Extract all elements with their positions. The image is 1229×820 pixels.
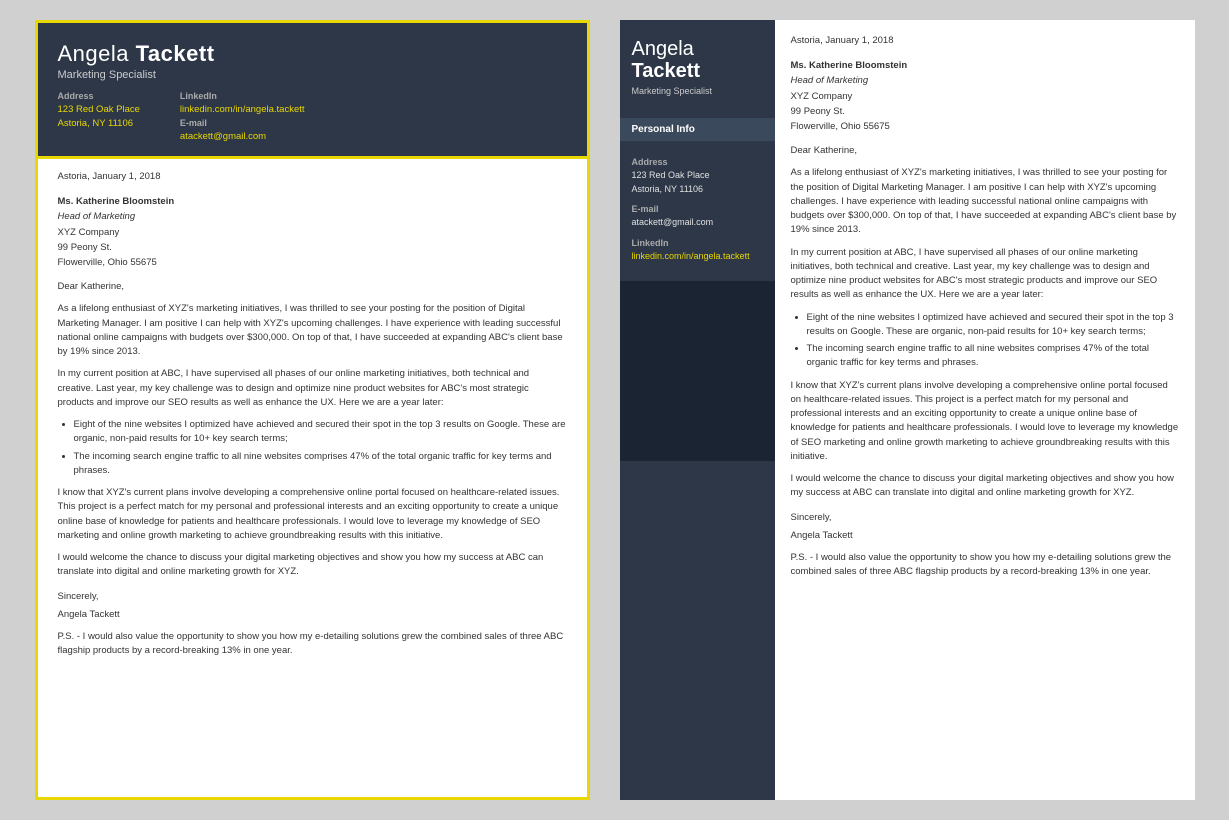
right-sign-off: Sincerely, — [791, 511, 1179, 525]
right-name-block: Angela Tackett Marketing Specialist — [620, 20, 775, 108]
left-sign-off: Sincerely, — [58, 590, 567, 604]
right-sidebar: Angela Tackett Marketing Specialist Pers… — [620, 20, 775, 800]
right-ps: P.S. - I would also value the opportunit… — [791, 551, 1179, 580]
right-linkedin-label: LinkedIn — [632, 238, 763, 248]
left-para2: In my current position at ABC, I have su… — [58, 367, 567, 410]
right-sidebar-content: Address 123 Red Oak Place Astoria, NY 11… — [620, 141, 775, 271]
left-para3: I know that XYZ's current plans involve … — [58, 486, 567, 543]
left-date: Astoria, January 1, 2018 — [58, 170, 567, 184]
right-email-label: E-mail — [632, 204, 763, 214]
left-addr2: Flowerville, Ohio 55675 — [58, 255, 567, 270]
left-name: Angela Tackett — [58, 41, 567, 67]
right-last-name: Tackett — [632, 60, 763, 82]
left-signature: Angela Tackett — [58, 608, 567, 622]
right-company: XYZ Company — [791, 89, 1179, 104]
right-sidebar-dark-bar — [620, 281, 775, 461]
left-addr1: 99 Peony St. — [58, 240, 567, 255]
right-linkedin-value: linkedin.com/in/angela.tackett — [632, 250, 763, 264]
left-email-value: atackett@gmail.com — [180, 131, 305, 142]
right-address-line2: Astoria, NY 11106 — [632, 183, 763, 197]
right-para1: As a lifelong enthusiast of XYZ's market… — [791, 166, 1179, 237]
left-linkedin-item: LinkedIn linkedin.com/in/angela.tackett … — [180, 91, 305, 142]
page-wrapper: Angela Tackett Marketing Specialist Addr… — [35, 20, 1195, 800]
left-document: Angela Tackett Marketing Specialist Addr… — [35, 20, 590, 800]
right-recipient-title: Head of Marketing — [791, 73, 1179, 88]
left-address-item: Address 123 Red Oak Place Astoria, NY 11… — [58, 91, 140, 142]
left-ps: P.S. - I would also value the opportunit… — [58, 630, 567, 659]
left-job-title: Marketing Specialist — [58, 69, 567, 81]
left-last-name: Tackett — [136, 41, 215, 66]
right-bullet1: Eight of the nine websites I optimized h… — [807, 311, 1179, 340]
left-address-block: Ms. Katherine Bloomstein Head of Marketi… — [58, 194, 567, 270]
left-bullet1: Eight of the nine websites I optimized h… — [74, 418, 567, 447]
right-email-value: atackett@gmail.com — [632, 216, 763, 230]
right-personal-info-header: Personal Info — [620, 118, 775, 141]
left-address-label: Address — [58, 91, 140, 101]
left-linkedin-label: LinkedIn — [180, 91, 305, 101]
left-company: XYZ Company — [58, 225, 567, 240]
right-signature: Angela Tackett — [791, 529, 1179, 543]
left-para4: I would welcome the chance to discuss yo… — [58, 551, 567, 580]
right-para4: I would welcome the chance to discuss yo… — [791, 472, 1179, 501]
right-para3: I know that XYZ's current plans involve … — [791, 379, 1179, 465]
right-document: Angela Tackett Marketing Specialist Pers… — [620, 20, 1195, 800]
right-linkedin-link[interactable]: linkedin.com/in/angela.tackett — [632, 251, 750, 261]
left-para1: As a lifelong enthusiast of XYZ's market… — [58, 302, 567, 359]
right-dear: Dear Katherine, — [791, 144, 1179, 158]
right-addr2: Flowerville, Ohio 55675 — [791, 119, 1179, 134]
left-bullet-list: Eight of the nine websites I optimized h… — [74, 418, 567, 478]
right-main: Astoria, January 1, 2018 Ms. Katherine B… — [775, 20, 1195, 800]
right-address-label: Address — [632, 157, 763, 167]
left-dear: Dear Katherine, — [58, 280, 567, 294]
left-first-name: Angela — [58, 41, 136, 66]
right-para2: In my current position at ABC, I have su… — [791, 246, 1179, 303]
right-bullet-list: Eight of the nine websites I optimized h… — [807, 311, 1179, 371]
right-bullet2: The incoming search engine traffic to al… — [807, 342, 1179, 371]
left-recipient-name: Ms. Katherine Bloomstein — [58, 194, 567, 209]
left-bullet2: The incoming search engine traffic to al… — [74, 450, 567, 479]
right-job-title: Marketing Specialist — [632, 86, 763, 96]
left-recipient-title: Head of Marketing — [58, 209, 567, 224]
left-header: Angela Tackett Marketing Specialist Addr… — [35, 20, 590, 159]
right-date: Astoria, January 1, 2018 — [791, 34, 1179, 48]
left-address-line1: 123 Red Oak Place — [58, 104, 140, 115]
left-body: Astoria, January 1, 2018 Ms. Katherine B… — [38, 156, 587, 681]
right-address-line1: 123 Red Oak Place — [632, 169, 763, 183]
left-email-label: E-mail — [180, 118, 305, 128]
right-address-block: Ms. Katherine Bloomstein Head of Marketi… — [791, 58, 1179, 134]
left-linkedin-value: linkedin.com/in/angela.tackett — [180, 104, 305, 115]
right-addr1: 99 Peony St. — [791, 104, 1179, 119]
right-recipient-name: Ms. Katherine Bloomstein — [791, 58, 1179, 73]
right-first-name: Angela — [632, 38, 763, 60]
left-contact-row: Address 123 Red Oak Place Astoria, NY 11… — [58, 91, 567, 142]
left-address-line2: Astoria, NY 11106 — [58, 118, 140, 129]
